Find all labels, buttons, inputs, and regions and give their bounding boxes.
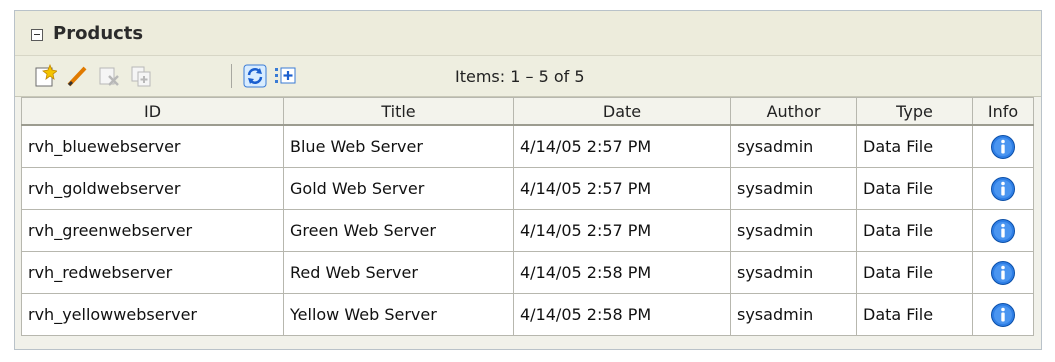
cell-info — [972, 124, 1034, 168]
refresh-icon[interactable] — [243, 64, 267, 88]
cell-type: Data File — [856, 293, 973, 336]
cell-title: Blue Web Server — [283, 124, 514, 168]
cell-date: 4/14/05 2:57 PM — [513, 209, 731, 252]
cell-id[interactable]: rvh_redwebserver — [21, 251, 284, 294]
toolbar-separator — [231, 64, 232, 88]
table-row: rvh_bluewebserver Blue Web Server 4/14/0… — [21, 124, 1034, 168]
info-icon[interactable] — [990, 260, 1016, 286]
cell-id[interactable]: rvh_yellowwebserver — [21, 293, 284, 336]
column-header-type[interactable]: Type — [856, 97, 973, 126]
cell-title: Gold Web Server — [283, 167, 514, 210]
cell-title: Red Web Server — [283, 251, 514, 294]
cell-date: 4/14/05 2:57 PM — [513, 124, 731, 168]
panel-title: Products — [53, 23, 144, 44]
cell-date: 4/14/05 2:58 PM — [513, 293, 731, 336]
column-header-id[interactable]: ID — [21, 97, 284, 126]
table-row: rvh_greenwebserver Green Web Server 4/14… — [21, 209, 1034, 252]
cell-author: sysadmin — [730, 167, 857, 210]
edit-pencil-icon[interactable] — [65, 64, 89, 88]
column-header-date[interactable]: Date — [513, 97, 731, 126]
cell-title: Yellow Web Server — [283, 293, 514, 336]
table-row: rvh_goldwebserver Gold Web Server 4/14/0… — [21, 167, 1034, 210]
collapse-toggle-icon[interactable] — [31, 29, 43, 41]
items-count: Items: 1 – 5 of 5 — [455, 67, 585, 86]
cell-title: Green Web Server — [283, 209, 514, 252]
cell-id[interactable]: rvh_goldwebserver — [21, 167, 284, 210]
toolbar: Items: 1 – 5 of 5 — [15, 56, 1041, 97]
cell-date: 4/14/05 2:58 PM — [513, 251, 731, 294]
column-header-info[interactable]: Info — [972, 97, 1034, 126]
cell-author: sysadmin — [730, 251, 857, 294]
cell-id[interactable]: rvh_bluewebserver — [21, 124, 284, 168]
info-icon[interactable] — [990, 176, 1016, 202]
cell-info — [972, 209, 1034, 252]
cell-type: Data File — [856, 251, 973, 294]
info-icon[interactable] — [990, 218, 1016, 244]
delete-icon[interactable] — [97, 64, 121, 88]
table-row: rvh_redwebserver Red Web Server 4/14/05 … — [21, 251, 1034, 294]
info-icon[interactable] — [990, 302, 1016, 328]
column-header-title[interactable]: Title — [283, 97, 514, 126]
cell-info — [972, 167, 1034, 210]
cell-type: Data File — [856, 124, 973, 168]
new-item-icon[interactable] — [33, 64, 57, 88]
add-column-icon[interactable] — [273, 64, 297, 88]
cell-author: sysadmin — [730, 124, 857, 168]
cell-id[interactable]: rvh_greenwebserver — [21, 209, 284, 252]
cell-date: 4/14/05 2:57 PM — [513, 167, 731, 210]
cell-info — [972, 293, 1034, 336]
cell-author: sysadmin — [730, 293, 857, 336]
products-panel: Products Items: 1 – 5 of 5 ID Title Date… — [14, 10, 1042, 350]
cell-info — [972, 251, 1034, 294]
panel-header: Products — [15, 11, 1041, 56]
info-icon[interactable] — [990, 134, 1016, 160]
table-row: rvh_yellowwebserver Yellow Web Server 4/… — [21, 293, 1034, 336]
products-table: ID Title Date Author Type Info rvh_bluew… — [21, 97, 1034, 336]
cell-type: Data File — [856, 167, 973, 210]
cell-author: sysadmin — [730, 209, 857, 252]
column-header-author[interactable]: Author — [730, 97, 857, 126]
table-header-row: ID Title Date Author Type Info — [21, 97, 1034, 126]
copy-icon[interactable] — [129, 64, 153, 88]
cell-type: Data File — [856, 209, 973, 252]
